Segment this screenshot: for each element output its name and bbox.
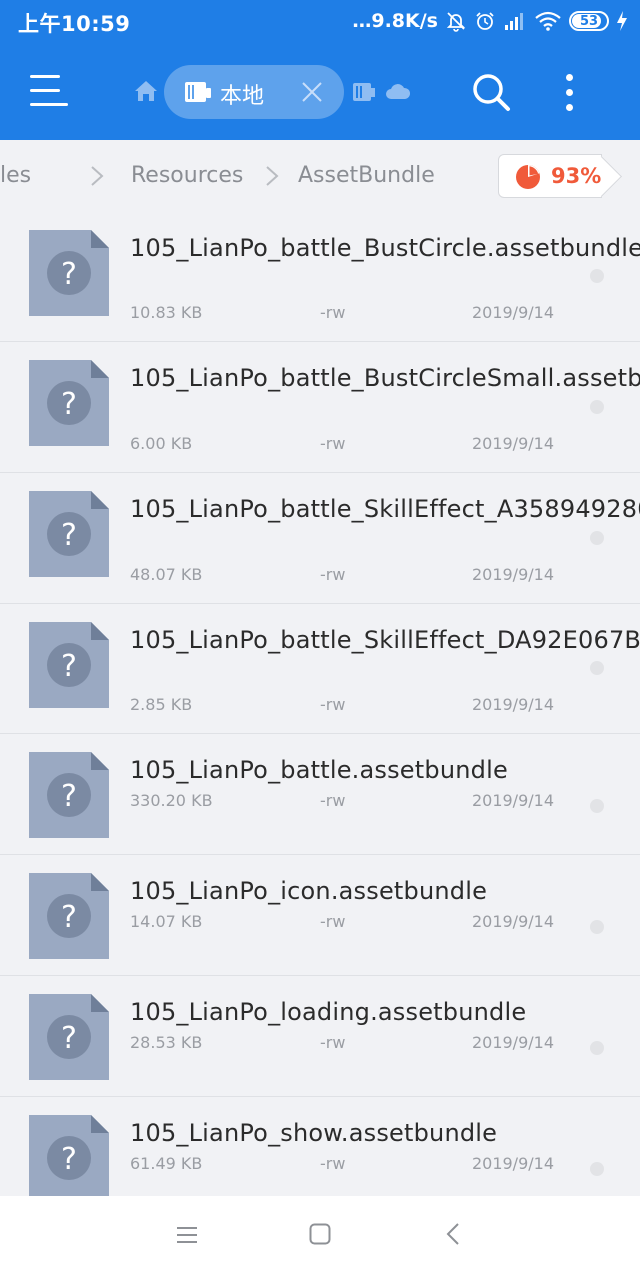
breadcrumb-item[interactable]: les bbox=[0, 163, 31, 188]
file-size: 10.83 KB bbox=[130, 303, 203, 322]
file-date: 2019/9/14 bbox=[471, 912, 554, 931]
unknown-file-icon: ? bbox=[29, 873, 109, 959]
file-permissions: -rw bbox=[320, 912, 346, 931]
svg-text:?: ? bbox=[61, 518, 77, 553]
select-dot[interactable] bbox=[590, 799, 604, 813]
pie-chart-icon bbox=[516, 165, 540, 189]
select-dot[interactable] bbox=[590, 400, 604, 414]
cloud-icon[interactable] bbox=[385, 80, 411, 102]
file-name: 105_LianPo_icon.assetbundle bbox=[130, 877, 488, 905]
file-date: 2019/9/14 bbox=[471, 303, 554, 322]
wifi-icon bbox=[535, 11, 561, 31]
file-size: 2.85 KB bbox=[130, 695, 193, 714]
file-permissions: -rw bbox=[320, 303, 346, 322]
svg-text:?: ? bbox=[61, 779, 77, 814]
file-name: 105_LianPo_battle_SkillEffect_A358949280… bbox=[130, 495, 640, 523]
file-permissions: -rw bbox=[320, 1033, 346, 1052]
file-row[interactable]: ? 105_LianPo_battle_BustCircle.assetbund… bbox=[0, 212, 640, 342]
unknown-file-icon: ? bbox=[29, 994, 109, 1080]
unknown-file-icon: ? bbox=[29, 230, 109, 316]
file-date: 2019/9/14 bbox=[471, 1154, 554, 1173]
tab-local[interactable]: 本地 bbox=[164, 65, 344, 119]
file-row[interactable]: ? 105_LianPo_battle_SkillEffect_DA92E067… bbox=[0, 604, 640, 734]
status-right: …9.8K/s 53 bbox=[352, 8, 628, 34]
file-name: 105_LianPo_battle.assetbundle bbox=[130, 756, 508, 784]
more-button[interactable] bbox=[560, 72, 580, 112]
file-permissions: -rw bbox=[320, 695, 346, 714]
file-permissions: -rw bbox=[320, 565, 346, 584]
file-row[interactable]: ? 105_LianPo_battle_BustCircleSmall.asse… bbox=[0, 342, 640, 473]
file-name: 105_LianPo_battle_SkillEffect_DA92E067B1… bbox=[130, 626, 640, 654]
file-name: 105_LianPo_battle_BustCircle.assetbundle bbox=[130, 234, 640, 262]
file-date: 2019/9/14 bbox=[471, 1033, 554, 1052]
alarm-icon bbox=[476, 12, 494, 30]
file-name: 105_LianPo_show.assetbundle bbox=[130, 1119, 498, 1147]
file-row[interactable]: ? 105_LianPo_battle_SkillEffect_A3589492… bbox=[0, 473, 640, 604]
file-row[interactable]: ? 105_LianPo_loading.assetbundle 28.53 K… bbox=[0, 976, 640, 1097]
file-permissions: -rw bbox=[320, 1154, 346, 1173]
file-size: 28.53 KB bbox=[130, 1033, 203, 1052]
file-size: 14.07 KB bbox=[130, 912, 203, 931]
file-row[interactable]: ? 105_LianPo_battle.assetbundle 330.20 K… bbox=[0, 734, 640, 855]
svg-text:?: ? bbox=[61, 1142, 77, 1177]
file-row[interactable]: ? 105_LianPo_icon.assetbundle 14.07 KB -… bbox=[0, 855, 640, 976]
unknown-file-icon: ? bbox=[29, 622, 109, 708]
file-size: 330.20 KB bbox=[130, 791, 213, 810]
file-name: 105_LianPo_battle_BustCircleSmall.assetb… bbox=[130, 364, 640, 392]
battery-icon: 53 bbox=[569, 11, 609, 31]
phone-storage-icon bbox=[185, 82, 211, 102]
svg-text:?: ? bbox=[61, 387, 77, 422]
app-toolbar: 本地 bbox=[0, 42, 640, 140]
select-dot[interactable] bbox=[590, 1041, 604, 1055]
file-list: ? 105_LianPo_battle_BustCircle.assetbund… bbox=[0, 212, 640, 1196]
home-icon[interactable] bbox=[133, 78, 159, 104]
network-speed: …9.8K/s bbox=[352, 10, 438, 32]
chevron-right-icon bbox=[91, 166, 104, 186]
back-icon[interactable] bbox=[445, 1222, 461, 1246]
home-square-icon[interactable] bbox=[309, 1223, 331, 1245]
signal-icon bbox=[505, 13, 523, 30]
select-dot[interactable] bbox=[590, 531, 604, 545]
storage-tab-icon[interactable] bbox=[352, 81, 376, 103]
unknown-file-icon: ? bbox=[29, 752, 109, 838]
unknown-file-icon: ? bbox=[29, 360, 109, 446]
file-size: 61.49 KB bbox=[130, 1154, 203, 1173]
storage-usage-badge[interactable]: 93% bbox=[498, 154, 602, 198]
breadcrumb-item[interactable]: Resources bbox=[131, 163, 243, 188]
unknown-file-icon: ? bbox=[29, 1115, 109, 1196]
tab-local-label: 本地 bbox=[220, 84, 265, 109]
recent-apps-icon[interactable] bbox=[176, 1224, 198, 1246]
breadcrumb: les Resources AssetBundle 93% bbox=[0, 140, 640, 212]
file-date: 2019/9/14 bbox=[471, 791, 554, 810]
unknown-file-icon: ? bbox=[29, 491, 109, 577]
storage-percent: 93% bbox=[551, 164, 602, 188]
file-permissions: -rw bbox=[320, 791, 346, 810]
svg-text:?: ? bbox=[61, 900, 77, 935]
chevron-right-icon bbox=[266, 166, 279, 186]
svg-text:?: ? bbox=[61, 257, 77, 292]
file-permissions: -rw bbox=[320, 434, 346, 453]
menu-button[interactable] bbox=[30, 75, 68, 107]
svg-text:?: ? bbox=[61, 649, 77, 684]
select-dot[interactable] bbox=[590, 269, 604, 283]
close-icon[interactable] bbox=[300, 80, 324, 104]
file-size: 48.07 KB bbox=[130, 565, 203, 584]
select-dot[interactable] bbox=[590, 661, 604, 675]
file-name: 105_LianPo_loading.assetbundle bbox=[130, 998, 527, 1026]
search-icon[interactable] bbox=[471, 72, 511, 112]
file-size: 6.00 KB bbox=[130, 434, 193, 453]
file-date: 2019/9/14 bbox=[471, 695, 554, 714]
system-nav-bar bbox=[0, 1196, 640, 1280]
file-row[interactable]: ? 105_LianPo_show.assetbundle 61.49 KB -… bbox=[0, 1097, 640, 1196]
charging-icon bbox=[617, 11, 627, 31]
select-dot[interactable] bbox=[590, 1162, 604, 1176]
file-date: 2019/9/14 bbox=[471, 565, 554, 584]
file-date: 2019/9/14 bbox=[471, 434, 554, 453]
svg-text:?: ? bbox=[61, 1021, 77, 1056]
select-dot[interactable] bbox=[590, 920, 604, 934]
breadcrumb-item[interactable]: AssetBundle bbox=[298, 163, 435, 188]
mute-bell-icon bbox=[446, 12, 466, 32]
status-time: 上午10:59 bbox=[18, 12, 131, 36]
status-bar: 上午10:59 …9.8K/s 53 bbox=[0, 0, 640, 42]
